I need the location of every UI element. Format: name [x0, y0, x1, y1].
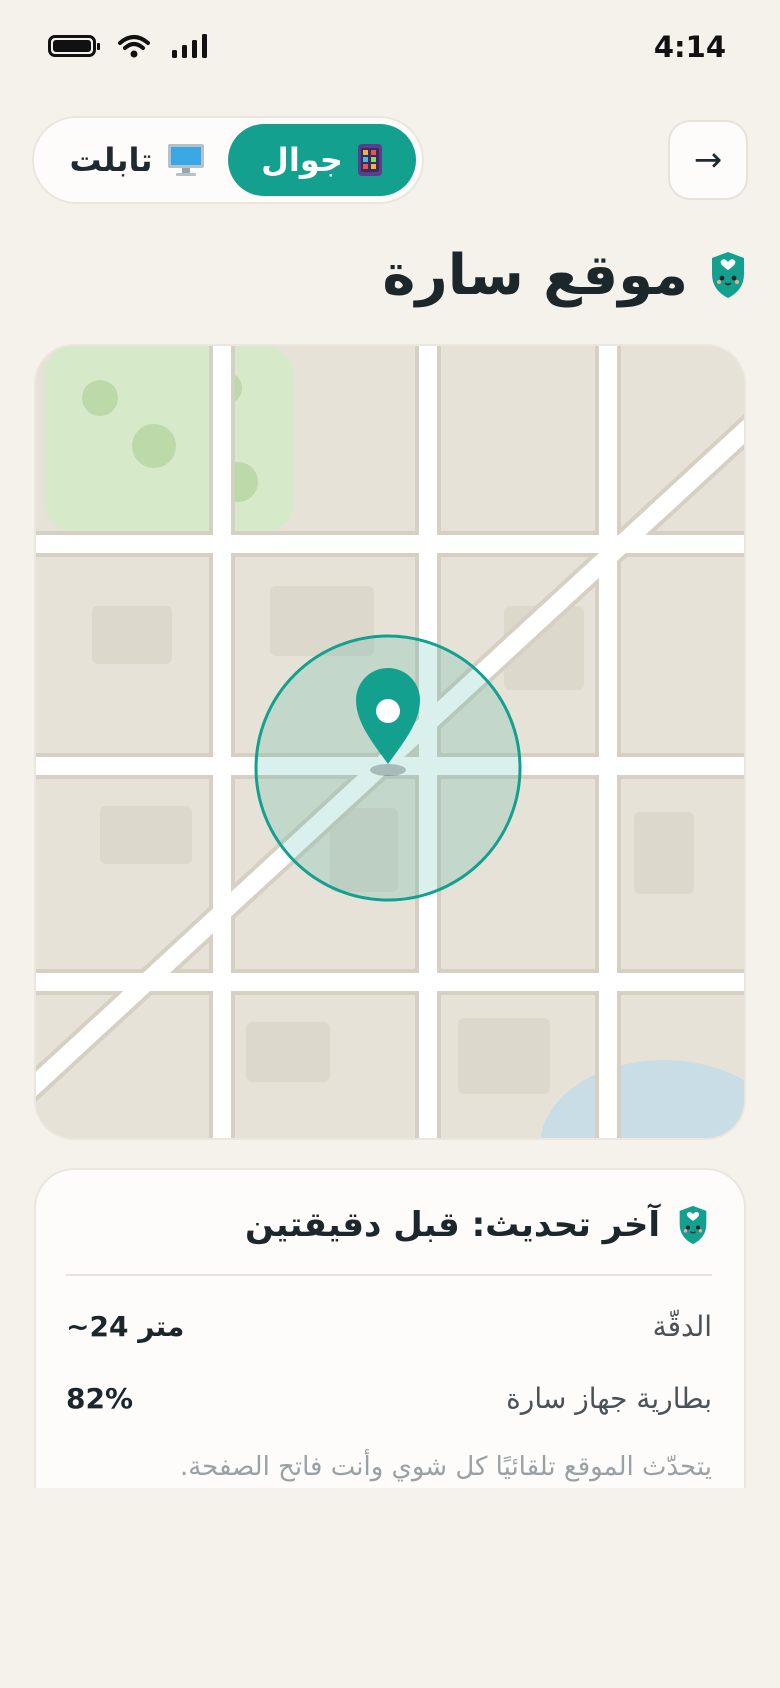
map-canvas	[36, 346, 744, 1138]
phone-tab[interactable]: جوال	[228, 124, 416, 196]
status-icons	[48, 34, 210, 58]
battery-row: بطارية جهاز سارة 82%	[66, 1382, 712, 1422]
accuracy-value: ~24 متر	[66, 1310, 185, 1343]
card-header: آخر تحديث: قبل دقيقتين	[245, 1204, 708, 1246]
page-title: موقع سارة	[382, 242, 688, 308]
last-update-heading: آخر تحديث: قبل دقيقتين	[245, 1205, 660, 1245]
phone-tab-label: جوال	[261, 141, 343, 179]
computer-icon	[167, 144, 204, 176]
title-row: موقع سارة	[382, 240, 746, 310]
tablet-tab[interactable]: تابلت	[46, 124, 228, 196]
status-time: 4:14	[653, 30, 726, 64]
accuracy-row: الدقّة ~24 متر	[66, 1310, 712, 1350]
auto-refresh-note: يتحدّث الموقع تلقائيًا كل شوي وأنت فاتح …	[179, 1452, 712, 1482]
location-screen: 4:14 جوال تابلت → موقع سارة آخر تحديث: ق…	[0, 0, 780, 1688]
signal-icon	[172, 34, 207, 58]
tablet-tab-label: تابلت	[69, 141, 153, 179]
accuracy-label: الدقّة	[652, 1310, 712, 1343]
shield-mascot-icon	[712, 252, 744, 298]
wifi-icon	[118, 35, 150, 58]
status-bar: 4:14	[0, 24, 780, 70]
device-toggle: جوال تابلت	[32, 116, 424, 204]
shield-mascot-icon	[679, 1205, 707, 1245]
battery-icon	[48, 35, 100, 57]
battery-value: 82%	[66, 1382, 134, 1415]
back-button[interactable]: →	[668, 120, 748, 200]
card-divider	[66, 1274, 712, 1276]
battery-label: بطارية جهاز سارة	[506, 1382, 712, 1415]
map-view[interactable]	[34, 344, 746, 1140]
info-card: آخر تحديث: قبل دقيقتين الدقّة ~24 متر بط…	[34, 1168, 746, 1488]
phone-icon	[357, 144, 382, 176]
